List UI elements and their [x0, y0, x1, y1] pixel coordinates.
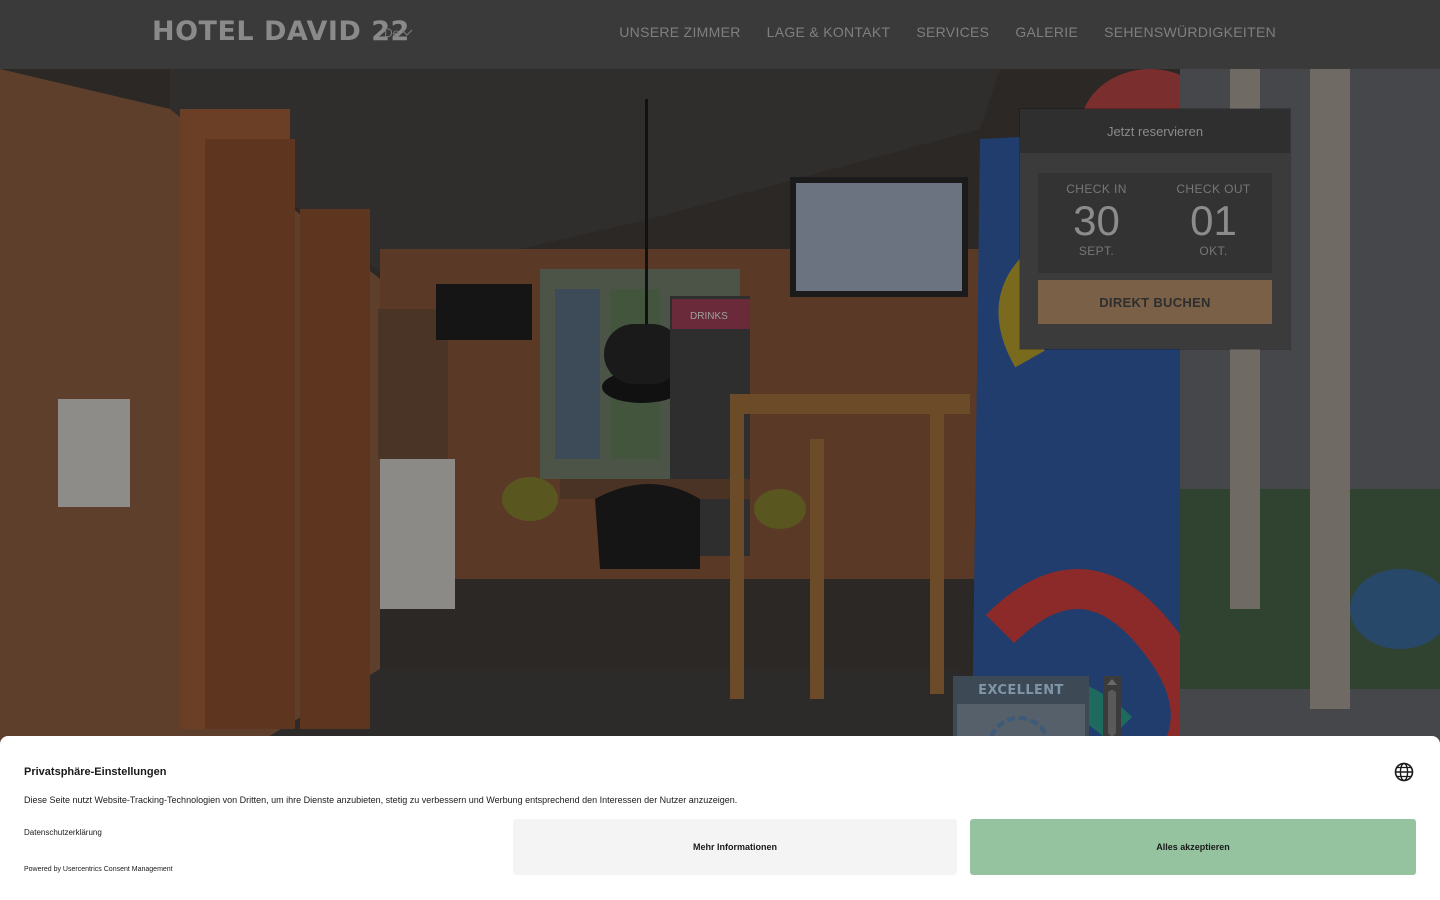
nav-item-services[interactable]: SERVICES [916, 24, 989, 40]
checkin-day: 30 [1073, 197, 1120, 244]
consent-banner: Privatsphäre-Einstellungen Diese Seite n… [0, 736, 1440, 900]
main-nav: UNSERE ZIMMER LAGE & KONTAKT SERVICES GA… [619, 24, 1276, 40]
checkout-date[interactable]: CHECK OUT 01 OKT. [1155, 173, 1272, 273]
nav-item-gallery[interactable]: GALERIE [1015, 24, 1078, 40]
booking-widget: Jetzt reservieren CHECK IN 30 SEPT. CHEC… [1020, 109, 1290, 349]
site-header: HOTEL DAVID 22 De UNSERE ZIMMER LAGE & K… [0, 0, 1440, 69]
checkin-date[interactable]: CHECK IN 30 SEPT. [1038, 173, 1155, 273]
rating-body [957, 704, 1085, 736]
language-selector[interactable]: De [384, 26, 413, 40]
privacy-policy-link[interactable]: Datenschutzerklärung [24, 828, 102, 837]
nav-item-location[interactable]: LAGE & KONTAKT [767, 24, 891, 40]
accept-all-button[interactable]: Alles akzeptieren [970, 819, 1416, 875]
chevron-down-icon [401, 29, 413, 36]
nav-item-rooms[interactable]: UNSERE ZIMMER [619, 24, 740, 40]
checkout-day: 01 [1190, 197, 1237, 244]
badge-scrollbar[interactable] [1103, 676, 1121, 736]
checkin-month: SEPT. [1078, 244, 1115, 258]
date-picker: CHECK IN 30 SEPT. CHECK OUT 01 OKT. [1038, 173, 1272, 273]
scroll-thumb[interactable] [1108, 690, 1116, 736]
rating-badge[interactable]: EXCELLENT [953, 676, 1089, 736]
scroll-up-icon[interactable] [1107, 679, 1117, 685]
checkout-label: CHECK OUT [1176, 182, 1251, 196]
consent-description: Diese Seite nutzt Website-Tracking-Techn… [24, 795, 738, 805]
book-direct-button[interactable]: DIREKT BUCHEN [1038, 280, 1272, 324]
powered-by-text: Powered by Usercentrics Consent Manageme… [24, 866, 173, 873]
checkin-label: CHECK IN [1066, 182, 1127, 196]
language-label: De [384, 26, 400, 40]
globe-icon[interactable] [1394, 762, 1414, 782]
nav-item-sights[interactable]: SEHENSWÜRDIGKEITEN [1104, 24, 1276, 40]
drinks-sign: DRINKS [690, 311, 728, 322]
consent-title: Privatsphäre-Einstellungen [24, 766, 167, 778]
more-info-button[interactable]: Mehr Informationen [513, 819, 957, 875]
booking-title: Jetzt reservieren [1020, 109, 1290, 153]
checkout-month: OKT. [1199, 244, 1228, 258]
rating-ring-icon [987, 716, 1051, 736]
rating-title: EXCELLENT [978, 683, 1064, 698]
brand-logo[interactable]: HOTEL DAVID 22 [152, 16, 410, 47]
